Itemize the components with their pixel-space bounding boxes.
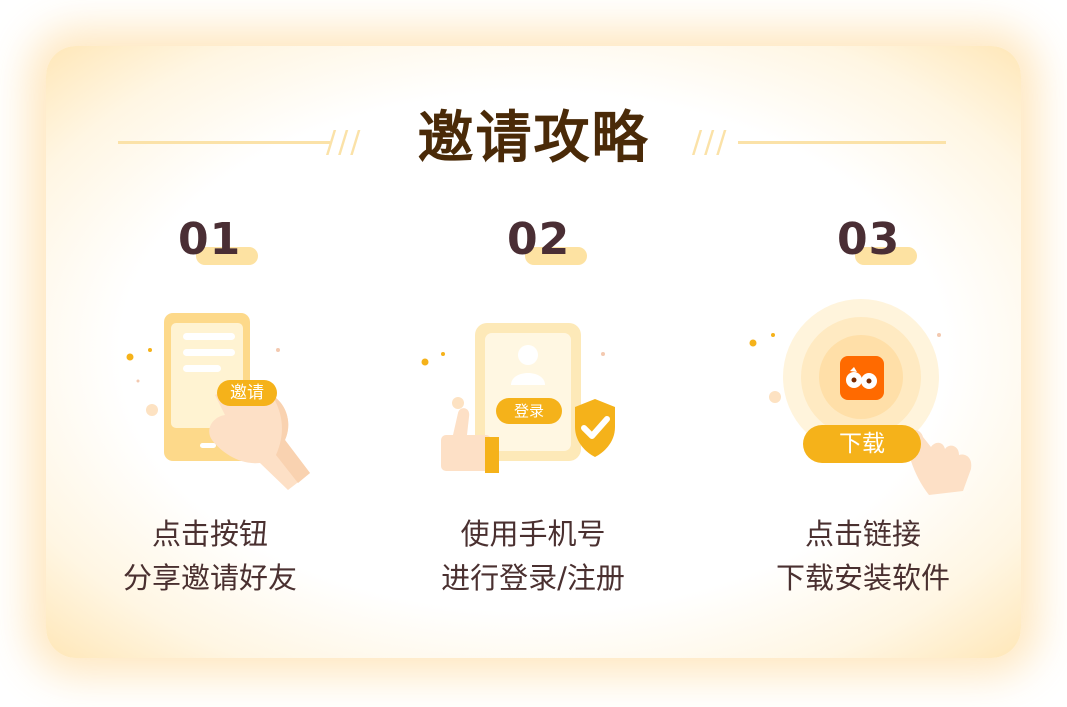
app-icon[interactable] — [840, 356, 884, 400]
step-description: 使用手机号 进行登录/注册 — [363, 512, 703, 600]
step-3: 03 下载 点击链接 下载安装软件 — [693, 0, 1033, 707]
download-button[interactable]: 下载 — [803, 425, 921, 463]
step-description: 点击按钮 分享邀请好友 — [40, 512, 380, 600]
step-2: 02 登录 使用手机号 进行登录/注册 — [363, 0, 703, 707]
step-number: 01 — [178, 214, 242, 265]
chick-face-icon — [846, 367, 877, 389]
step-description-line: 点击链接 — [804, 517, 921, 551]
step-description-line: 点击按钮 — [151, 517, 268, 551]
phone-login-illustration — [421, 323, 615, 473]
step-description-line: 分享邀请好友 — [122, 561, 297, 595]
step-description-line: 下载安装软件 — [775, 561, 950, 595]
step-number: 03 — [837, 214, 901, 265]
login-button[interactable]: 登录 — [496, 398, 562, 424]
step-description-line: 进行登录/注册 — [441, 561, 625, 595]
step-description-line: 使用手机号 — [460, 517, 606, 551]
step-1: 01 邀请 点击按钮 分享邀请好友 — [40, 0, 380, 707]
invite-button[interactable]: 邀请 — [217, 380, 277, 406]
phone-invite-illustration — [126, 313, 310, 490]
step-description: 点击链接 下载安装软件 — [693, 512, 1033, 600]
step-number: 02 — [507, 214, 571, 265]
